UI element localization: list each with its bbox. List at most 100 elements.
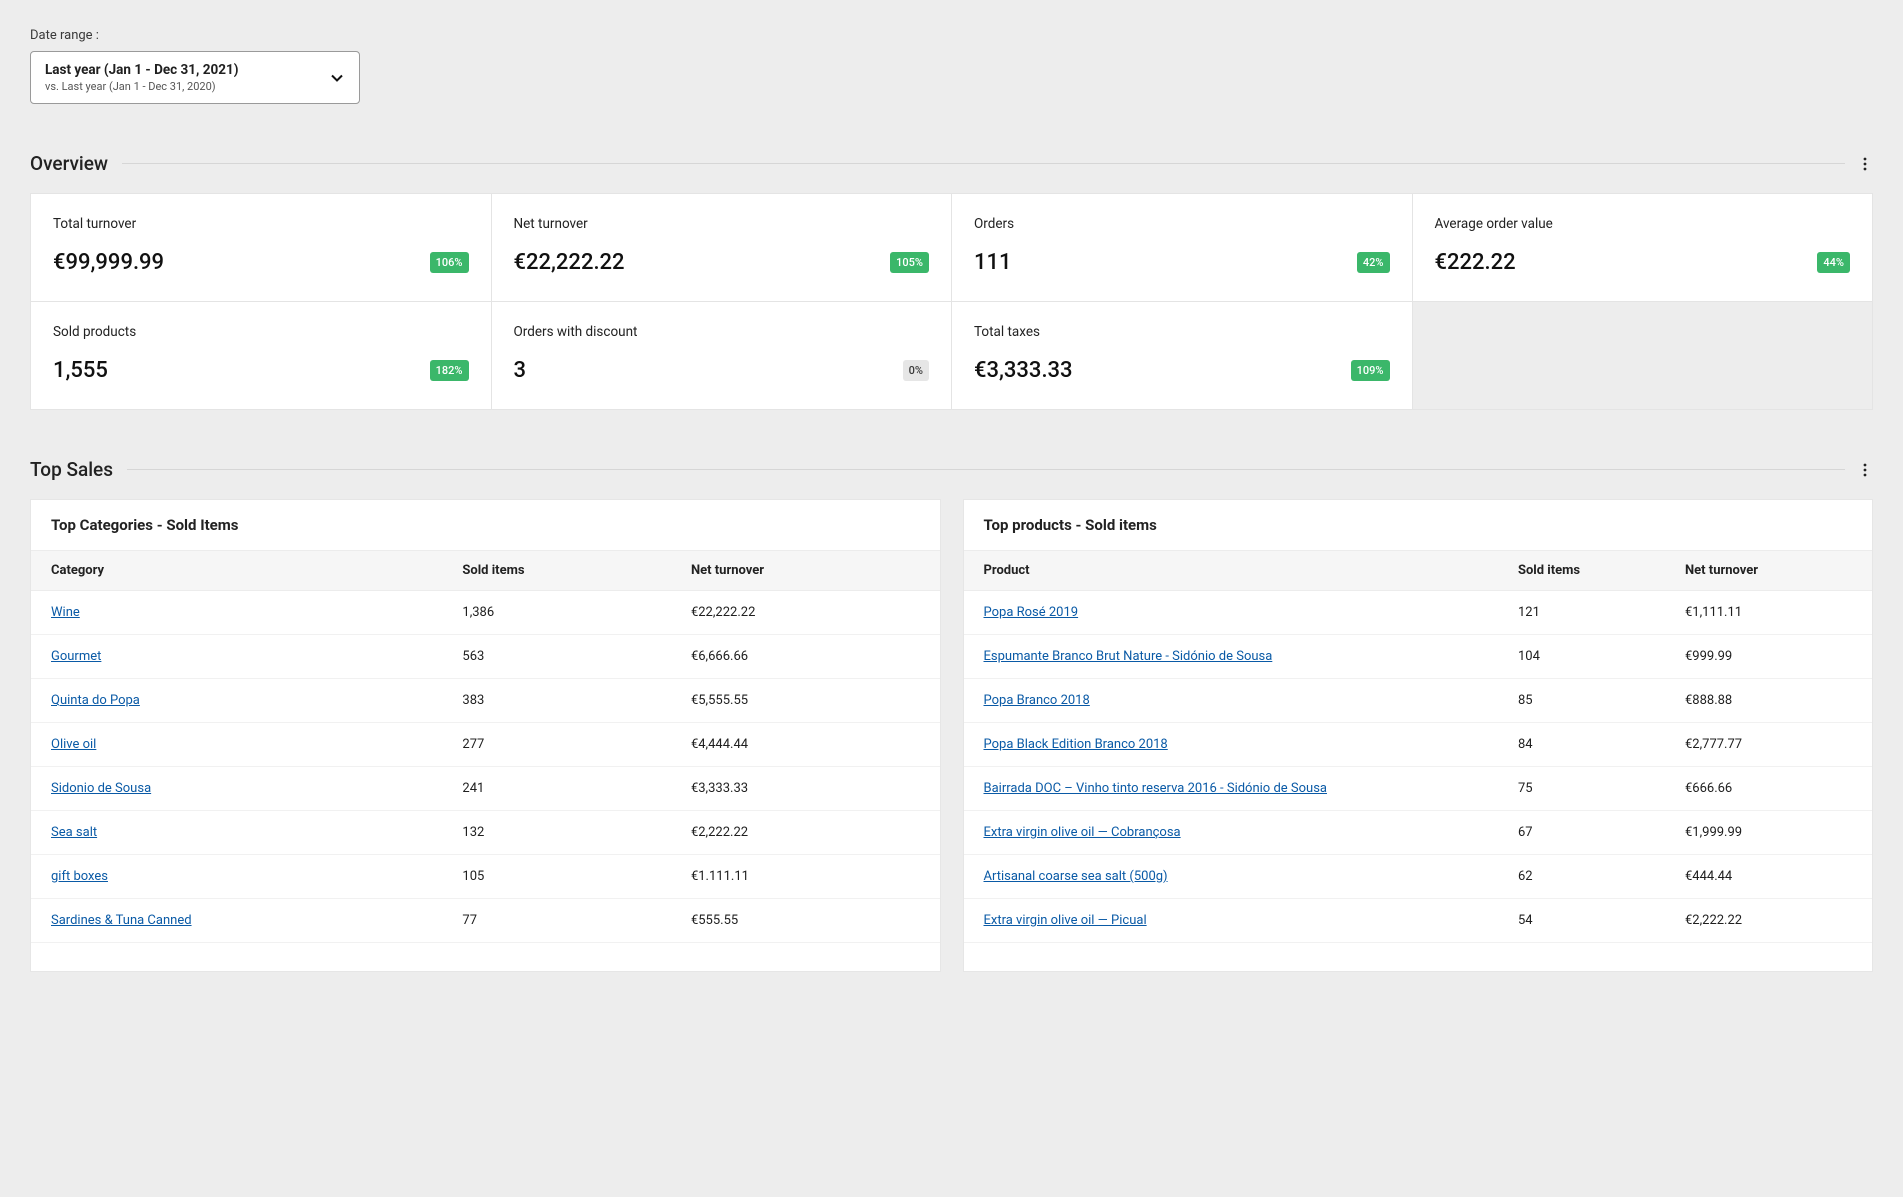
status-badge: 105%	[890, 252, 929, 273]
cell-sold: 104	[1518, 649, 1685, 664]
table-row: Sea salt 132€2,222.22	[31, 811, 940, 855]
cell-sold: 383	[462, 693, 691, 708]
table-row: Quinta do Popa 383€5,555.55	[31, 679, 940, 723]
col-header-category: Category	[51, 563, 462, 578]
date-range-primary: Last year (Jan 1 - Dec 31, 2021)	[45, 62, 319, 78]
overview-grid: Total turnover€99,999.99106%Net turnover…	[30, 193, 1873, 410]
overview-card-label: Average order value	[1435, 216, 1851, 232]
cell-net: €999.99	[1685, 649, 1852, 664]
divider	[127, 469, 1845, 470]
status-badge: 106%	[430, 252, 469, 273]
product-link[interactable]: Extra virgin olive oil — Cobrançosa	[984, 825, 1181, 840]
overview-card-label: Total taxes	[974, 324, 1390, 340]
table-row: Popa Black Edition Branco 201884€2,777.7…	[964, 723, 1873, 767]
product-link[interactable]: Artisanal coarse sea salt (500g)	[984, 869, 1168, 884]
overview-card[interactable]: Total turnover€99,999.99106%	[31, 194, 491, 301]
cell-net: €444.44	[1685, 869, 1852, 884]
overview-card[interactable]: Average order value€222.2244%	[1413, 194, 1873, 301]
cell-net: €1,111.11	[1685, 605, 1852, 620]
cell-sold: 62	[1518, 869, 1685, 884]
product-link[interactable]: Popa Rosé 2019	[984, 605, 1079, 620]
col-header-sold: Sold items	[462, 563, 691, 578]
status-badge: 0%	[903, 360, 929, 381]
product-link[interactable]: Espumante Branco Brut Nature - Sidónio d…	[984, 649, 1273, 664]
col-header-net: Net turnover	[1685, 563, 1852, 578]
cell-net: €5,555.55	[691, 693, 920, 708]
cell-sold: 1,386	[462, 605, 691, 620]
cell-net: €666.66	[1685, 781, 1852, 796]
overview-menu-button[interactable]	[1845, 156, 1873, 172]
table-row: Gourmet 563€6,666.66	[31, 635, 940, 679]
cell-net: €6,666.66	[691, 649, 920, 664]
category-link[interactable]: Wine	[51, 605, 80, 620]
category-link[interactable]: gift boxes	[51, 869, 108, 884]
table-row: Sidonio de Sousa 241€3,333.33	[31, 767, 940, 811]
overview-title: Overview	[30, 152, 122, 175]
top-products-panel: Top products - Sold items Product Sold i…	[963, 499, 1874, 972]
overview-card[interactable]: Sold products1,555182%	[31, 302, 491, 409]
cell-net: €2,222.22	[691, 825, 920, 840]
category-link[interactable]: Gourmet	[51, 649, 101, 664]
table-row: gift boxes 105€1.111.11	[31, 855, 940, 899]
cell-sold: 85	[1518, 693, 1685, 708]
product-link[interactable]: Popa Black Edition Branco 2018	[984, 737, 1168, 752]
cell-sold: 67	[1518, 825, 1685, 840]
top-categories-title: Top Categories - Sold Items	[31, 500, 940, 550]
overview-card-label: Net turnover	[514, 216, 930, 232]
overview-card-label: Orders	[974, 216, 1390, 232]
product-link[interactable]: Popa Branco 2018	[984, 693, 1090, 708]
overview-card-value: €99,999.99	[53, 250, 164, 275]
cell-sold: 77	[462, 913, 691, 928]
product-link[interactable]: Extra virgin olive oil — Picual	[984, 913, 1147, 928]
cell-sold: 132	[462, 825, 691, 840]
cell-sold: 563	[462, 649, 691, 664]
table-row: Artisanal coarse sea salt (500g) 62€444.4…	[964, 855, 1873, 899]
chevron-down-icon	[329, 70, 345, 86]
overview-empty-cell	[1413, 302, 1873, 409]
status-badge: 182%	[430, 360, 469, 381]
divider	[122, 163, 1845, 164]
overview-card[interactable]: Total taxes€3,333.33109%	[952, 302, 1412, 409]
table-row: Extra virgin olive oil — Cobrançosa 67€1,…	[964, 811, 1873, 855]
table-row: Extra virgin olive oil — Picual54€2,222.…	[964, 899, 1873, 943]
category-link[interactable]: Quinta do Popa	[51, 693, 140, 708]
overview-card[interactable]: Net turnover €22,222.22 105%	[492, 194, 952, 301]
top-sales-title: Top Sales	[30, 458, 127, 481]
cell-sold: 75	[1518, 781, 1685, 796]
category-link[interactable]: Sidonio de Sousa	[51, 781, 151, 796]
cell-sold: 54	[1518, 913, 1685, 928]
overview-card[interactable]: Orders 111 42%	[952, 194, 1412, 301]
cell-net: €888.88	[1685, 693, 1852, 708]
table-row: Sardines & Tuna Canned77€555.55	[31, 899, 940, 943]
top-products-title: Top products - Sold items	[964, 500, 1873, 550]
overview-card-value: 1,555	[53, 358, 108, 383]
overview-card-value: €22,222.22	[514, 250, 625, 275]
cell-net: €1.111.11	[691, 869, 920, 884]
table-row: Popa Branco 2018 85€888.88	[964, 679, 1873, 723]
date-range-label: Date range :	[30, 28, 1873, 43]
overview-card-value: €3,333.33	[974, 358, 1073, 383]
cell-sold: 105	[462, 869, 691, 884]
cell-net: €2,777.77	[1685, 737, 1852, 752]
product-link[interactable]: Bairrada DOC – Vinho tinto reserva 2016 …	[984, 781, 1327, 796]
category-link[interactable]: Sea salt	[51, 825, 97, 840]
top-categories-panel: Top Categories - Sold Items Category Sol…	[30, 499, 941, 972]
overview-card-label: Orders with discount	[514, 324, 930, 340]
col-header-product: Product	[984, 563, 1518, 578]
status-badge: 44%	[1817, 252, 1850, 273]
category-link[interactable]: Sardines & Tuna Canned	[51, 913, 192, 928]
category-link[interactable]: Olive oil	[51, 737, 96, 752]
overview-card[interactable]: Orders with discount30%	[492, 302, 952, 409]
date-range-secondary: vs. Last year (Jan 1 - Dec 31, 2020)	[45, 80, 319, 93]
cell-net: €1,999.99	[1685, 825, 1852, 840]
cell-sold: 277	[462, 737, 691, 752]
cell-net: €3,333.33	[691, 781, 920, 796]
top-sales-menu-button[interactable]	[1845, 462, 1873, 478]
cell-sold: 241	[462, 781, 691, 796]
date-range-select[interactable]: Last year (Jan 1 - Dec 31, 2021) vs. Las…	[30, 51, 360, 104]
overview-card-value: 111	[974, 250, 1012, 275]
table-row: Wine 1,386€22,222.22	[31, 591, 940, 635]
cell-net: €22,222.22	[691, 605, 920, 620]
cell-sold: 121	[1518, 605, 1685, 620]
status-badge: 42%	[1357, 252, 1390, 273]
